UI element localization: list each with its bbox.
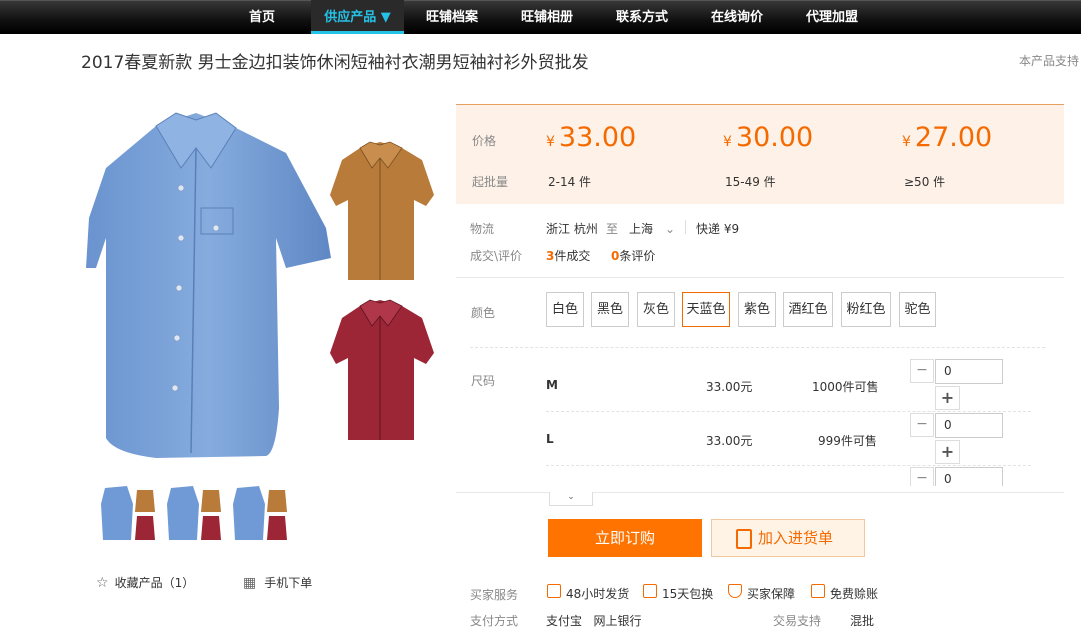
- main-product-image[interactable]: [86, 108, 331, 464]
- nav-contact[interactable]: 联系方式: [610, 0, 674, 34]
- nav-products[interactable]: 供应产品 ▼: [311, 0, 404, 34]
- service-15day: 15天包换: [662, 587, 714, 601]
- nav-home[interactable]: 首页: [240, 0, 284, 34]
- nav-shop-album[interactable]: 旺铺相册: [515, 0, 579, 34]
- product-support-note: 本产品支持: [1019, 54, 1080, 68]
- clipboard-icon: [736, 529, 752, 549]
- min-order-label: 起批量: [472, 175, 509, 189]
- size-m-quantity-input[interactable]: 0: [935, 359, 1003, 384]
- color-option-black[interactable]: 黑色: [591, 292, 629, 327]
- color-option-purple[interactable]: 紫色: [738, 292, 776, 327]
- size-m-decrease-button[interactable]: −: [910, 359, 934, 383]
- ship-to-word: 至: [606, 222, 619, 236]
- size-l-label: L: [546, 432, 554, 446]
- tan-shirt-image[interactable]: [330, 140, 434, 286]
- clock-icon: [547, 584, 561, 598]
- divider: [456, 277, 1064, 278]
- service-48h: 48小时发货: [566, 587, 630, 601]
- price-label: 价格: [472, 134, 497, 148]
- nav-franchise[interactable]: 代理加盟: [800, 0, 864, 34]
- size-row-3-quantity-input[interactable]: 0: [935, 467, 1003, 486]
- mobile-order-label: 手机下单: [264, 576, 313, 590]
- star-icon: ☆: [96, 575, 109, 591]
- add-to-cart-button[interactable]: 加入进货单: [711, 519, 865, 557]
- product-title: 2017春夏新款 男士金边扣装饰休闲短袖衬衣潮男短袖衬衫外贸批发: [81, 53, 589, 73]
- top-nav: 首页 供应产品 ▼ 旺铺档案 旺铺相册 联系方式 在线询价 代理加盟: [0, 0, 1081, 34]
- size-l-stock: 999件可售: [818, 434, 877, 448]
- shield-icon: [728, 584, 742, 598]
- nav-shop-profile[interactable]: 旺铺档案: [420, 0, 484, 34]
- size-l-quantity-input[interactable]: 0: [935, 413, 1003, 438]
- size-m-label: M: [546, 378, 558, 392]
- buyer-service-label: 买家服务: [470, 588, 519, 602]
- divider: [456, 492, 1064, 493]
- credit-icon: [811, 584, 825, 598]
- add-to-cart-label: 加入进货单: [758, 529, 834, 547]
- color-option-gray[interactable]: 灰色: [637, 292, 675, 327]
- thumbnail-1[interactable]: [97, 484, 157, 544]
- size-l-price: 33.00元: [706, 434, 753, 448]
- size-l-decrease-button[interactable]: −: [910, 413, 934, 437]
- color-option-pink[interactable]: 粉红色: [841, 292, 891, 327]
- ship-to-select[interactable]: 上海 ⌄: [629, 220, 675, 237]
- logistics-label: 物流: [470, 222, 495, 236]
- nav-inquiry[interactable]: 在线询价: [705, 0, 769, 34]
- size-m-price: 33.00元: [706, 380, 753, 394]
- color-label: 颜色: [471, 306, 496, 320]
- deals-label: 成交\评价: [470, 249, 523, 263]
- ship-from: 浙江 杭州: [546, 222, 598, 236]
- trade-support-label: 交易支持: [773, 614, 822, 627]
- expand-sizes-button[interactable]: ⌄: [549, 492, 593, 506]
- payment-label: 支付方式: [470, 614, 519, 627]
- color-option-camel[interactable]: 驼色: [899, 292, 936, 327]
- color-option-wine-red[interactable]: 酒红色: [783, 292, 833, 327]
- payment-methods: 支付宝 网上银行: [546, 614, 642, 627]
- qty-tier-3: ≥50 件: [904, 175, 946, 189]
- buy-now-button[interactable]: 立即订购: [548, 519, 702, 557]
- qty-tier-2: 15-49 件: [725, 175, 776, 189]
- favorite-product[interactable]: ☆ 收藏产品（1）: [96, 574, 194, 591]
- qr-code-icon: ▦: [243, 575, 257, 591]
- size-m-stock: 1000件可售: [812, 380, 879, 394]
- exchange-icon: [643, 584, 657, 598]
- service-protection: 买家保障: [747, 587, 796, 601]
- qty-tier-1: 2-14 件: [548, 175, 592, 189]
- price-tier-3: ¥27.00: [902, 122, 993, 153]
- deals-count[interactable]: 3件成交: [546, 247, 590, 264]
- shipping-fee: 快递 ¥9: [696, 222, 740, 236]
- size-row-3-decrease-button[interactable]: −: [910, 467, 934, 486]
- size-row-3-clip: − 0: [905, 466, 1015, 486]
- trade-support-value: 混批: [850, 614, 875, 627]
- price-tier-2: ¥30.00: [723, 122, 814, 153]
- size-m-increase-button[interactable]: +: [935, 386, 960, 410]
- thumbnail-2[interactable]: [163, 484, 223, 544]
- red-shirt-image[interactable]: [330, 298, 434, 444]
- service-credit: 免费赊账: [830, 587, 879, 601]
- color-option-sky-blue[interactable]: 天蓝色: [682, 292, 730, 327]
- review-count[interactable]: 0条评价: [611, 247, 655, 264]
- favorite-label: 收藏产品（1）: [114, 576, 195, 590]
- divider: [470, 347, 1045, 348]
- thumbnail-3[interactable]: [229, 484, 289, 544]
- chevron-down-icon: ⌄: [665, 222, 676, 236]
- size-l-increase-button[interactable]: +: [935, 440, 960, 464]
- size-label: 尺码: [471, 374, 496, 388]
- price-tier-1: ¥33.00: [546, 122, 637, 153]
- mobile-order[interactable]: ▦ 手机下单: [243, 574, 312, 591]
- divider: [546, 411, 1031, 412]
- color-option-white[interactable]: 白色: [546, 292, 584, 327]
